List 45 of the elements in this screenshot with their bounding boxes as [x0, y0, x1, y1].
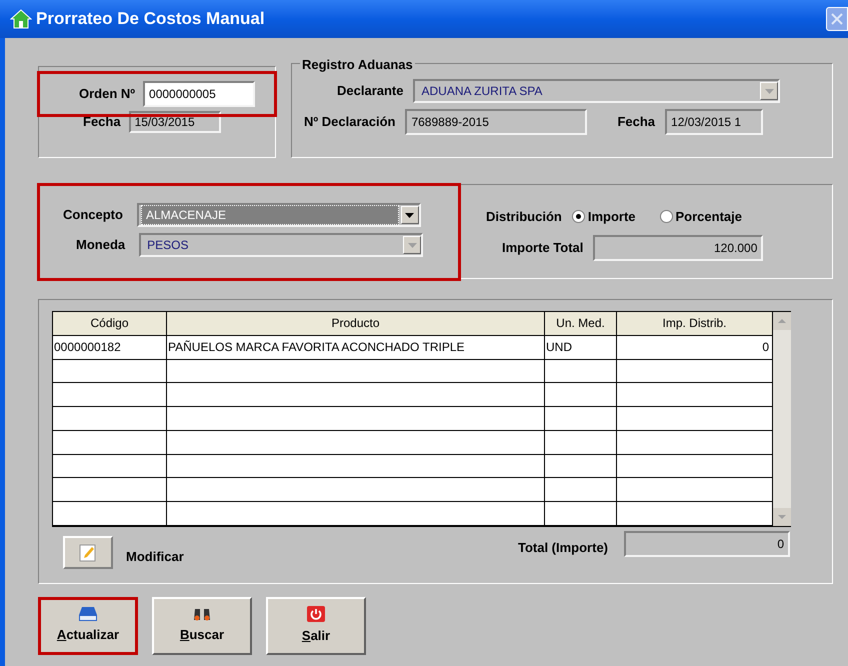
- field-label: Nº Declaración: [304, 113, 396, 132]
- column-header[interactable]: Código: [53, 312, 167, 336]
- pencil-icon: [78, 542, 98, 562]
- field-label: Fecha: [83, 113, 121, 132]
- total-amount-field[interactable]: 120.000: [593, 234, 764, 260]
- table-cell: UND: [545, 336, 617, 360]
- field-label: Distribución: [486, 208, 562, 226]
- action-button[interactable]: Salir: [266, 597, 366, 655]
- column-header[interactable]: Producto: [167, 312, 545, 336]
- window-title: Prorrateo De Costos Manual: [36, 8, 265, 30]
- table-cell: 0000000182: [53, 336, 167, 360]
- concept-dropdown[interactable]: ALMACENAJE: [136, 203, 421, 227]
- binoculars-icon: [193, 607, 211, 622]
- order-field[interactable]: 0000000005: [143, 81, 256, 107]
- edit-button[interactable]: [63, 536, 113, 569]
- close-button[interactable]: [826, 7, 848, 31]
- column-header[interactable]: Un. Med.: [545, 312, 617, 336]
- declaration-field[interactable]: 7689889-2015: [405, 109, 588, 135]
- field-label: Fecha: [617, 113, 656, 132]
- field-label: Total (Importe): [518, 539, 608, 557]
- house-icon: [10, 9, 32, 29]
- radio-button[interactable]: [572, 210, 585, 224]
- field-label: Concepto: [63, 206, 123, 224]
- action-button[interactable]: Actualizar: [38, 597, 138, 655]
- field-label: Moneda: [76, 236, 126, 254]
- action-button[interactable]: Buscar: [152, 597, 252, 655]
- table-cell: PAÑUELOS MARCA FAVORITA ACONCHADO TRIPLE: [167, 336, 545, 360]
- drive-icon: [79, 607, 97, 622]
- empty-table-cell: [545, 430, 617, 455]
- total-field[interactable]: 0: [624, 531, 790, 557]
- close-icon: [831, 13, 843, 25]
- radio-button[interactable]: [660, 210, 673, 224]
- radio-option[interactable]: Importe: [572, 207, 636, 226]
- empty-table-cell: [545, 360, 617, 384]
- field-label: Orden Nº: [79, 85, 136, 104]
- empty-table-cell: [545, 383, 617, 408]
- edit-label: Modificar: [126, 548, 184, 566]
- radio-option[interactable]: Porcentaje: [660, 207, 742, 226]
- field-label: Declarante: [337, 82, 404, 100]
- power-icon: [307, 606, 325, 622]
- field-label: Importe Total: [502, 238, 584, 257]
- empty-table-cell: [545, 478, 617, 502]
- empty-table-cell: [545, 407, 617, 431]
- date-field[interactable]: 12/03/2015 1: [665, 109, 764, 135]
- empty-table-cell: [545, 454, 617, 478]
